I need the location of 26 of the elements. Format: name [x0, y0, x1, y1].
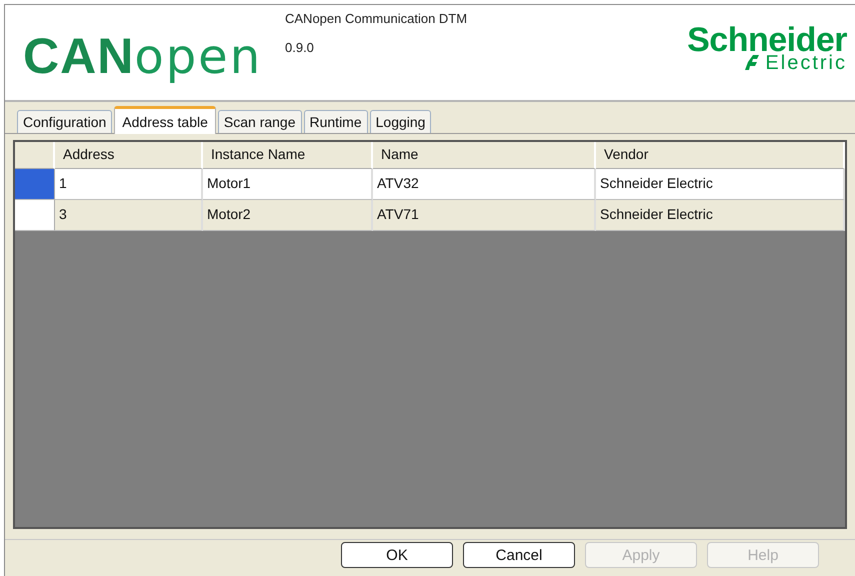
table-cell: Schneider Electric: [596, 200, 845, 231]
column-header: Vendor: [596, 142, 845, 169]
table-cell: Schneider Electric: [596, 169, 845, 200]
table-cell: ATV71: [373, 200, 596, 231]
brand-logo: Schneider Electric: [687, 23, 847, 73]
tab[interactable]: Scan range: [218, 110, 302, 133]
dialog-button[interactable]: Cancel: [463, 542, 575, 568]
window-title: CANopen Communication DTM: [285, 11, 468, 26]
corner-cell: [15, 142, 55, 169]
row-selector[interactable]: [15, 169, 55, 200]
column-header: Name: [373, 142, 596, 169]
table-cell: 1: [55, 169, 203, 200]
tab[interactable]: Address table: [114, 106, 216, 134]
tab[interactable]: Logging: [370, 110, 432, 133]
table-cell: ATV32: [373, 169, 596, 200]
tab[interactable]: Runtime: [304, 110, 368, 133]
column-header: Instance Name: [203, 142, 373, 169]
tab[interactable]: Configuration: [17, 110, 112, 133]
product-logo: CANopen: [23, 31, 264, 81]
column-header: Address: [55, 142, 203, 169]
row-selector[interactable]: [15, 200, 55, 231]
version-label: 0.9.0: [285, 40, 315, 55]
table-cell: Motor1: [203, 169, 373, 200]
table-cell: Motor2: [203, 200, 373, 231]
table-cell: 3: [55, 200, 203, 231]
dialog-button[interactable]: OK: [341, 542, 453, 568]
